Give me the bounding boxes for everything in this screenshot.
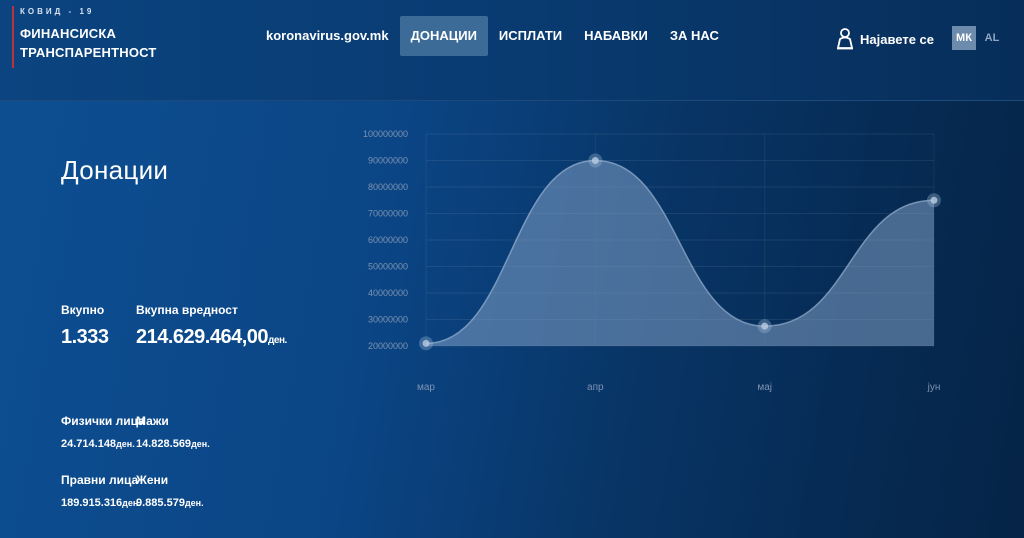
total-amount: 214.629.464,00ден. [136, 326, 287, 349]
data-point [422, 339, 430, 347]
total-count-value: 1.333 [61, 326, 109, 348]
total-amount-label: Вкупна вредност [136, 303, 238, 317]
nav-tab-procurements[interactable]: НАБАВКИ [573, 16, 659, 56]
legal-entities-value: 189.915.316 [61, 497, 123, 509]
y-tick-label: 20000000 [368, 341, 408, 351]
brand-title-line1: ФИНАНСИСКА [20, 26, 117, 41]
men-value: 14.828.569 [136, 438, 192, 450]
nav-link-domain[interactable]: koronavirus.gov.mk [257, 16, 400, 56]
nav-tab-donations[interactable]: ДОНАЦИИ [399, 16, 488, 56]
legal-entities-amount: 189.915.316ден. [61, 497, 141, 509]
x-tick-label: мај [757, 382, 772, 393]
women-value: 9.885.579 [136, 497, 185, 509]
currency-unit: ден. [116, 439, 135, 449]
women-amount: 9.885.579ден. [136, 497, 204, 509]
total-amount-value: 214.629.464,00 [136, 326, 269, 348]
y-tick-label: 70000000 [368, 209, 408, 219]
y-tick-label: 60000000 [368, 235, 408, 245]
brand-subtitle: КОВИД - 19 [20, 7, 95, 16]
individuals-label: Физички лица [61, 414, 145, 428]
x-tick-label: апр [587, 382, 604, 393]
data-point [761, 322, 769, 330]
currency-unit: ден. [184, 498, 204, 508]
y-tick-label: 40000000 [368, 288, 408, 298]
lang-mk-button[interactable]: МК [952, 26, 976, 50]
y-tick-label: 100000000 [363, 129, 408, 139]
main-nav: koronavirus.gov.mk ДОНАЦИИ ИСПЛАТИ НАБАВ… [257, 16, 730, 56]
language-switcher: МК AL [952, 26, 1008, 50]
donations-area-chart: 100000000 90000000 80000000 70000000 6000000… [363, 129, 941, 393]
individuals-amount: 24.714.148ден. [61, 438, 135, 450]
legal-entities-label: Правни лица [61, 473, 139, 487]
y-tick-label: 80000000 [368, 182, 408, 192]
currency-unit: ден. [268, 335, 287, 346]
nav-tab-about[interactable]: ЗА НАС [659, 16, 730, 56]
nav-tab-payments[interactable]: ИСПЛАТИ [488, 16, 573, 56]
men-amount: 14.828.569ден. [136, 438, 210, 450]
area-fill [426, 160, 934, 346]
data-point [930, 196, 938, 204]
top-header: КОВИД - 19 ФИНАНСИСКА ТРАНСПАРЕНТНОСТ ko… [0, 0, 1024, 101]
lang-al-button[interactable]: AL [980, 26, 1004, 50]
x-tick-label: јун [927, 382, 941, 393]
currency-unit: ден. [191, 439, 210, 449]
total-count-label: Вкупно [61, 303, 105, 317]
login-button[interactable]: Најавете се [836, 28, 934, 50]
y-tick-label: 50000000 [368, 262, 408, 272]
women-label: Жени [136, 473, 169, 487]
brand-logo[interactable]: КОВИД - 19 ФИНАНСИСКА ТРАНСПАРЕНТНОСТ [12, 6, 157, 68]
login-label: Најавете се [860, 31, 935, 47]
men-label: Мажи [136, 414, 169, 428]
y-tick-label: 30000000 [368, 315, 408, 325]
data-point [591, 157, 599, 164]
individuals-value: 24.714.148 [61, 438, 117, 450]
x-tick-label: мар [417, 382, 435, 393]
user-icon [837, 28, 853, 50]
brand-title-line2: ТРАНСПАРЕНТНОСТ [20, 45, 157, 60]
page-title: Донации [61, 155, 169, 185]
y-tick-label: 90000000 [368, 156, 408, 166]
